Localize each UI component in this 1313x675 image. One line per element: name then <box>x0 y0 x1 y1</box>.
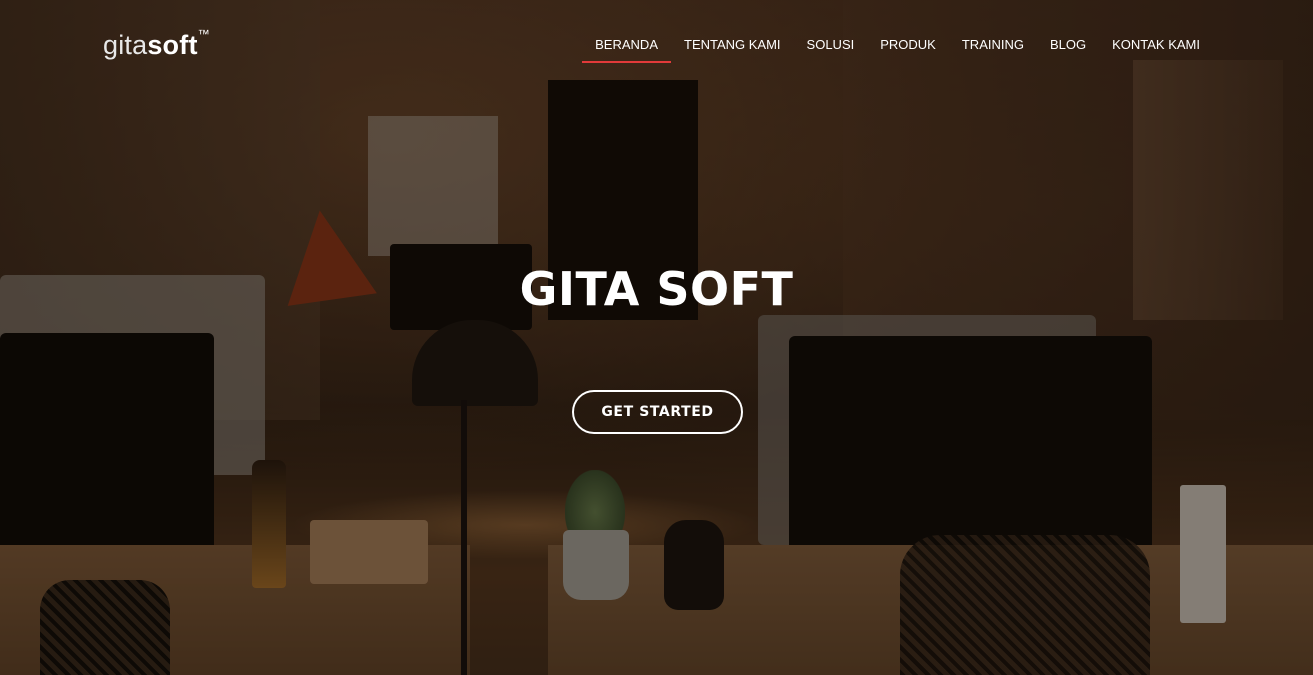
nav-item-solusi[interactable]: SOLUSI <box>794 36 868 64</box>
hero-title: GITA SOFT <box>519 262 794 316</box>
nav-item-produk[interactable]: PRODUK <box>867 36 949 64</box>
dark-overlay <box>0 0 1313 675</box>
logo-text-bold: soft <box>147 30 198 60</box>
nav-item-kontak-kami[interactable]: KONTAK KAMI <box>1099 36 1213 64</box>
logo-text-light: gita <box>103 30 148 60</box>
nav-item-training[interactable]: TRAINING <box>949 36 1037 64</box>
site-logo[interactable]: gitasoft™ <box>103 27 210 61</box>
nav-item-beranda[interactable]: BERANDA <box>582 36 671 64</box>
get-started-button[interactable]: GET STARTED <box>572 390 743 434</box>
nav-item-tentang-kami[interactable]: TENTANG KAMI <box>671 36 794 64</box>
main-nav: BERANDA TENTANG KAMI SOLUSI PRODUK TRAIN… <box>582 36 1213 64</box>
trademark-symbol: ™ <box>197 27 210 41</box>
nav-item-blog[interactable]: BLOG <box>1037 36 1099 64</box>
hero-section: gitasoft™ BERANDA TENTANG KAMI SOLUSI PR… <box>0 0 1313 675</box>
site-header: gitasoft™ BERANDA TENTANG KAMI SOLUSI PR… <box>0 0 1313 90</box>
